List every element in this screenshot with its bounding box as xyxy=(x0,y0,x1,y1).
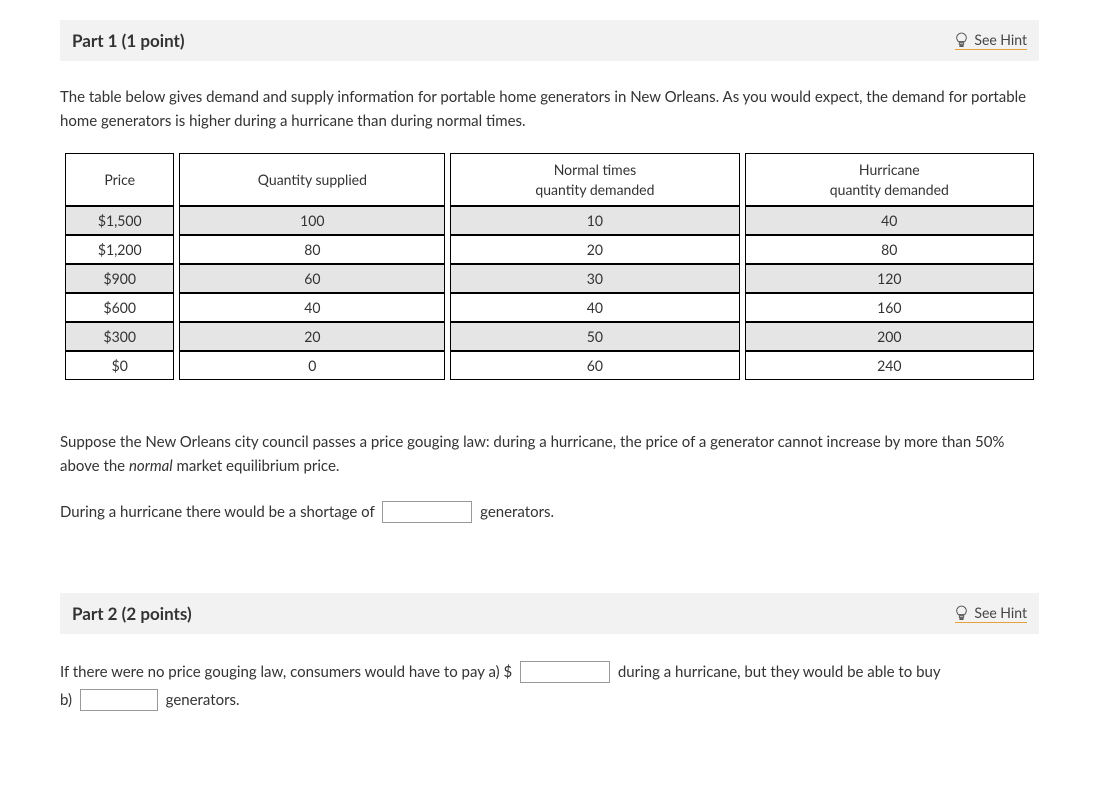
table-cell: 10 xyxy=(450,206,739,235)
table-row: $1,200802080 xyxy=(65,235,1034,264)
part1-intro-text: The table below gives demand and supply … xyxy=(60,85,1039,133)
part2-title: Part 2 (2 points) xyxy=(72,603,192,624)
table-cell: 30 xyxy=(450,264,739,293)
table-cell: 60 xyxy=(450,351,739,380)
table-cell: $0 xyxy=(65,351,174,380)
part1-header: Part 1 (1 point) See Hint xyxy=(60,20,1039,61)
table-cell: 40 xyxy=(745,206,1034,235)
col-header-supplied: Quantity supplied xyxy=(179,153,445,206)
table-cell: $1,200 xyxy=(65,235,174,264)
table-cell: 50 xyxy=(450,322,739,351)
table-row: $6004040160 xyxy=(65,293,1034,322)
table-cell: $300 xyxy=(65,322,174,351)
part2-question: If there were no price gouging law, cons… xyxy=(60,658,1039,715)
table-row: $9006030120 xyxy=(65,264,1034,293)
table-cell: 40 xyxy=(179,293,445,322)
see-hint-label: See Hint xyxy=(974,31,1027,48)
shortage-question: During a hurricane there would be a shor… xyxy=(60,498,1039,527)
table-row: $0060240 xyxy=(65,351,1034,380)
part2-header: Part 2 (2 points) See Hint xyxy=(60,593,1039,634)
lightbulb-icon xyxy=(955,605,968,620)
see-hint-link-part1[interactable]: See Hint xyxy=(955,31,1027,50)
table-cell: $900 xyxy=(65,264,174,293)
see-hint-link-part2[interactable]: See Hint xyxy=(955,604,1027,623)
table-cell: 40 xyxy=(450,293,739,322)
part1-title: Part 1 (1 point) xyxy=(72,30,185,51)
quantity-input-b[interactable] xyxy=(80,689,158,711)
table-cell: $600 xyxy=(65,293,174,322)
part1-question-text: Suppose the New Orleans city council pas… xyxy=(60,430,1039,478)
table-cell: 160 xyxy=(745,293,1034,322)
table-cell: 20 xyxy=(179,322,445,351)
lightbulb-icon xyxy=(955,32,968,47)
table-cell: 80 xyxy=(745,235,1034,264)
table-cell: 120 xyxy=(745,264,1034,293)
table-cell: $1,500 xyxy=(65,206,174,235)
col-header-normal: Normal times quantity demanded xyxy=(450,153,739,206)
supply-demand-table: Price Quantity supplied Normal times qua… xyxy=(60,153,1039,380)
col-header-price: Price xyxy=(65,153,174,206)
table-cell: 20 xyxy=(450,235,739,264)
table-cell: 240 xyxy=(745,351,1034,380)
table-cell: 0 xyxy=(179,351,445,380)
table-body: $1,5001001040$1,200802080$9006030120$600… xyxy=(65,206,1034,380)
table-cell: 80 xyxy=(179,235,445,264)
table-cell: 200 xyxy=(745,322,1034,351)
col-header-hurricane: Hurricane quantity demanded xyxy=(745,153,1034,206)
table-cell: 100 xyxy=(179,206,445,235)
table-row: $1,5001001040 xyxy=(65,206,1034,235)
table-row: $3002050200 xyxy=(65,322,1034,351)
see-hint-label: See Hint xyxy=(974,604,1027,621)
shortage-input[interactable] xyxy=(382,501,472,523)
table-cell: 60 xyxy=(179,264,445,293)
price-input-a[interactable] xyxy=(520,661,610,683)
